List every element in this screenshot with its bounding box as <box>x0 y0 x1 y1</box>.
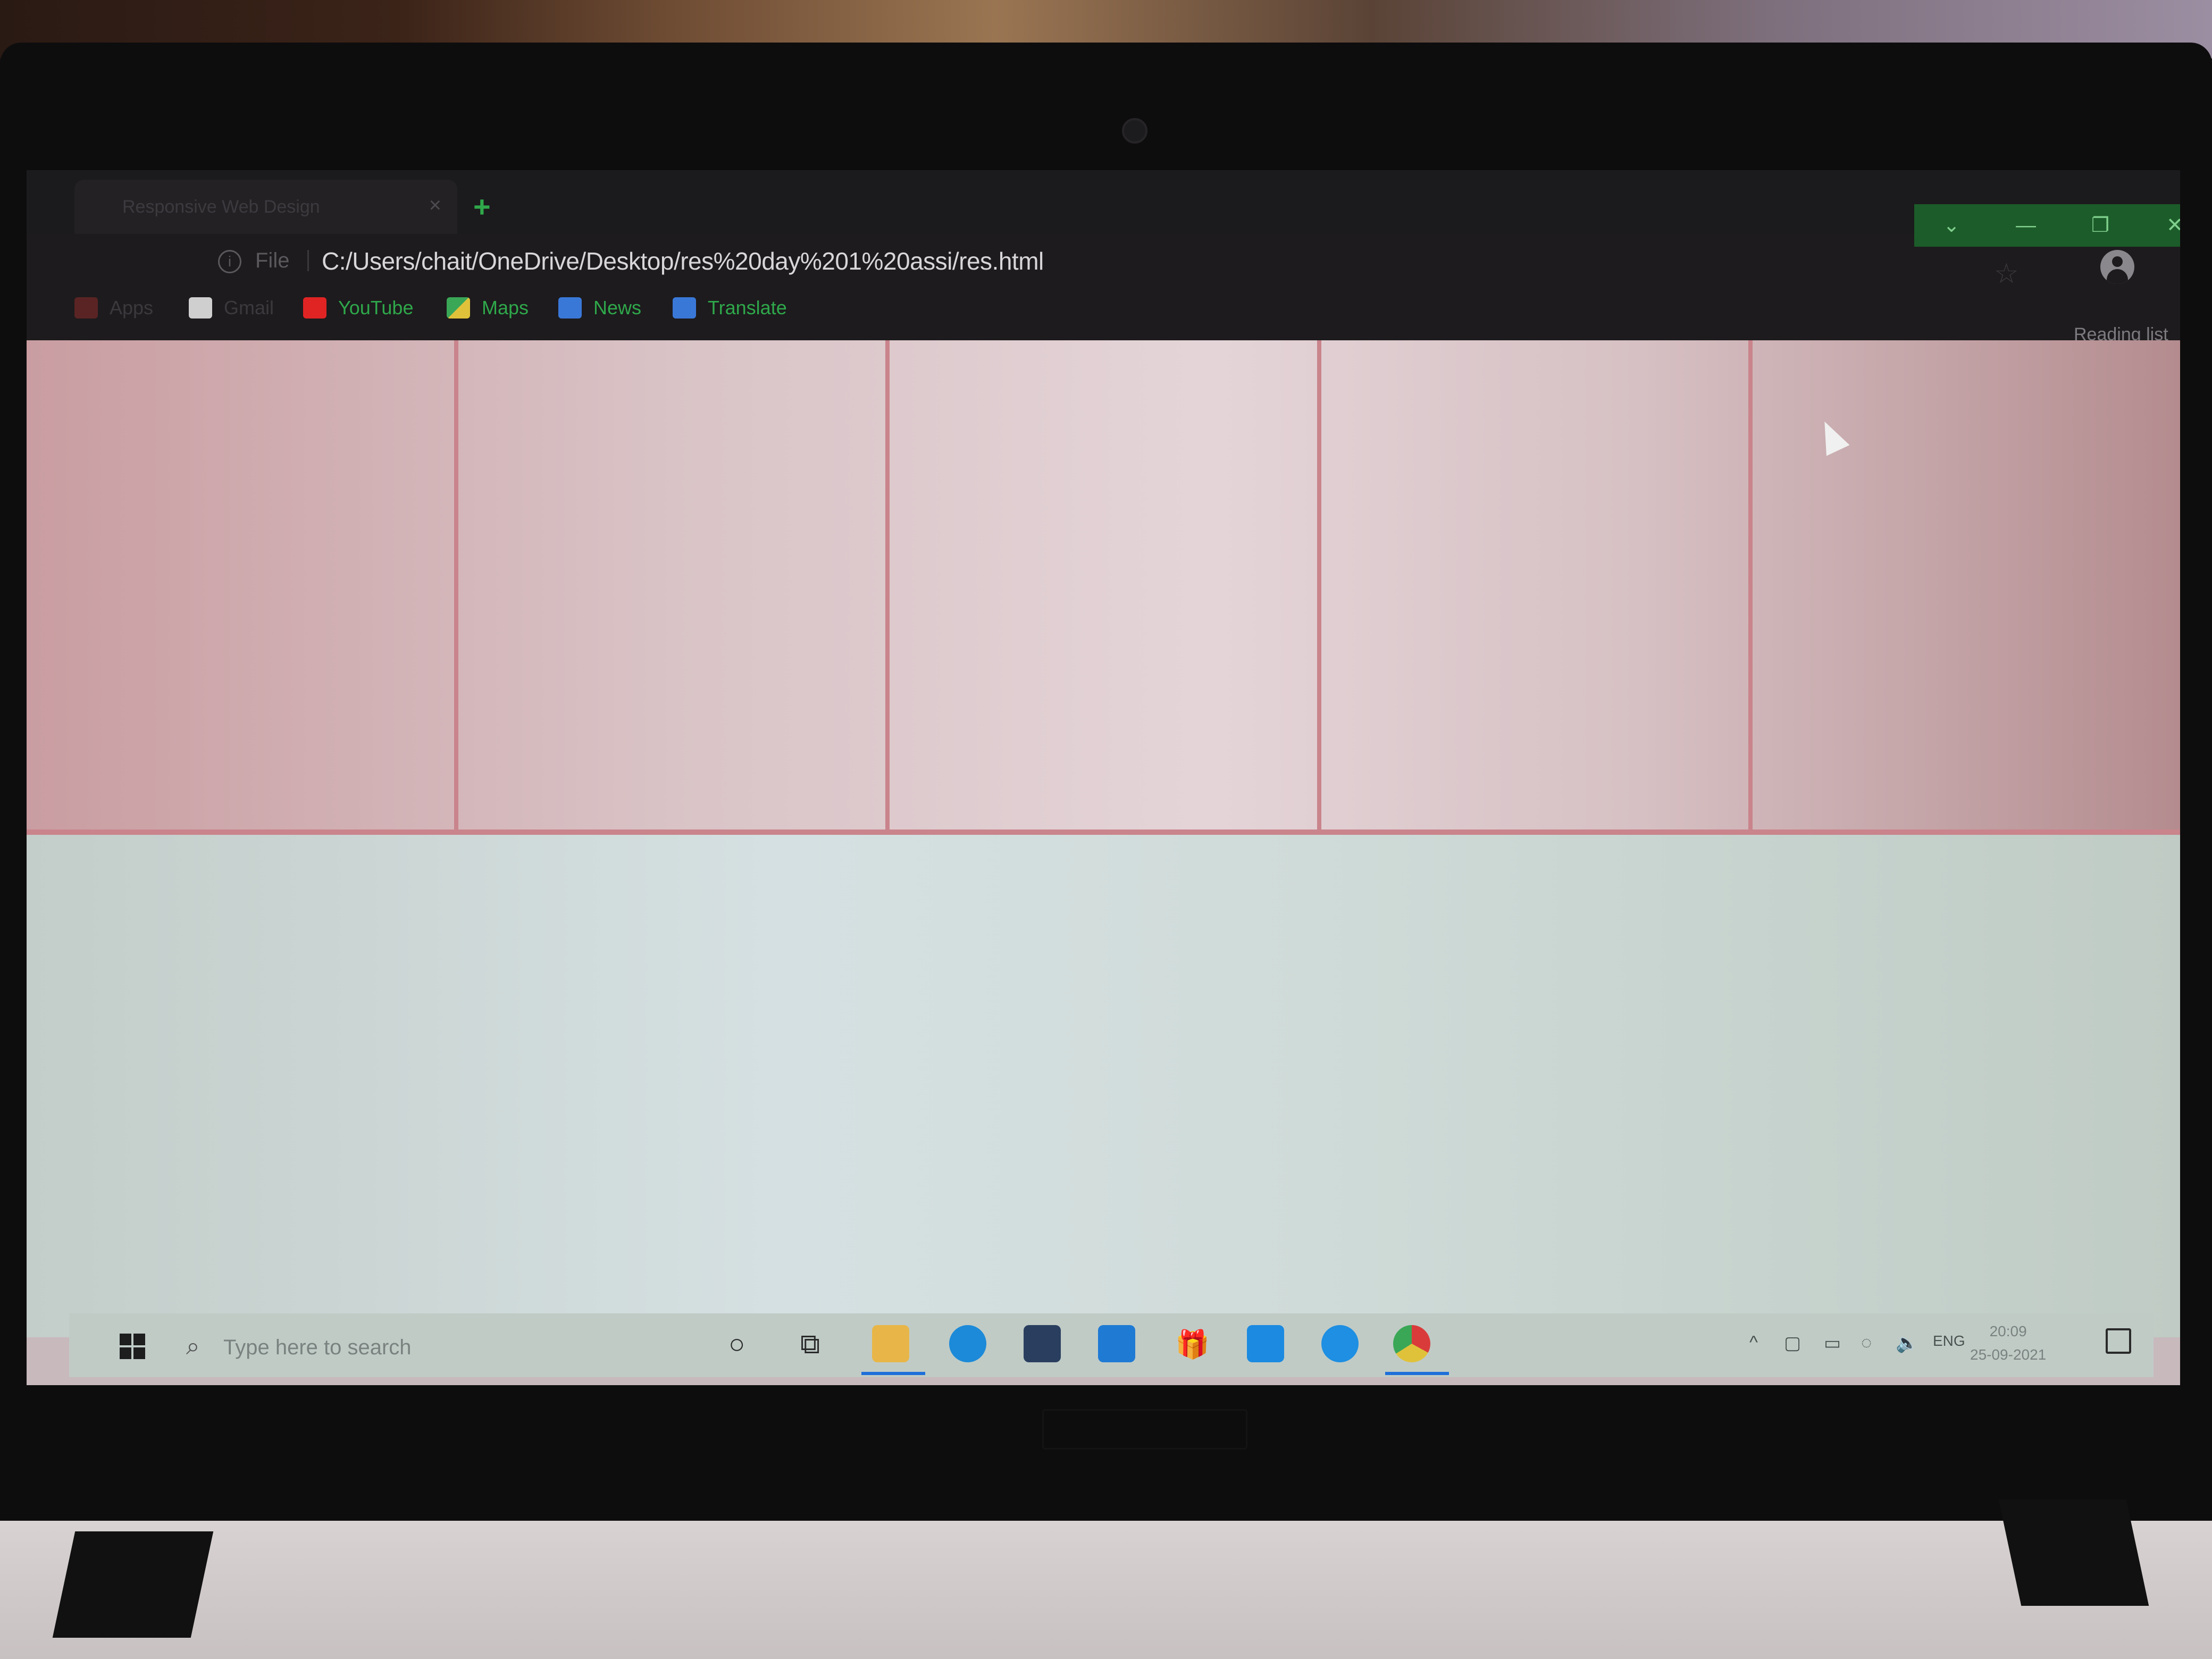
bookmark-news[interactable]: News <box>558 295 641 321</box>
maps-icon <box>447 297 470 319</box>
close-icon[interactable]: ✕ <box>2138 204 2180 247</box>
task-view-icon[interactable]: ⧉ <box>800 1328 820 1361</box>
pink-box <box>1321 340 1753 830</box>
info-icon[interactable]: i <box>218 250 241 273</box>
laptop-hinge-right <box>1998 1499 2149 1606</box>
address-prefix: File <box>255 249 290 272</box>
clock-time: 20:09 <box>1989 1323 2027 1339</box>
battery-icon[interactable]: ▭ <box>1824 1333 1841 1354</box>
bookmark-translate[interactable]: Translate <box>673 295 787 321</box>
desk-surface <box>0 1521 2212 1659</box>
bookmark-star-icon[interactable]: ☆ <box>1994 258 2019 290</box>
bookmarks-bar: Apps Gmail YouTube Maps News Translate <box>27 287 2180 330</box>
notification-center-icon[interactable] <box>2106 1328 2131 1354</box>
green-content-area <box>27 835 2180 1337</box>
chevron-down-icon[interactable]: ⌄ <box>1914 204 1989 247</box>
profile-avatar-icon[interactable] <box>2100 250 2134 284</box>
news-icon <box>558 297 582 319</box>
edge-icon[interactable] <box>949 1325 986 1362</box>
bookmark-maps[interactable]: Maps <box>447 295 529 321</box>
gmail-icon <box>189 297 212 319</box>
store-icon[interactable] <box>1024 1325 1061 1362</box>
search-icon: ⌕ <box>186 1332 200 1360</box>
skype-icon[interactable] <box>1321 1325 1359 1362</box>
mail-icon[interactable] <box>1098 1325 1135 1362</box>
volume-icon[interactable]: 🔈 <box>1896 1333 1918 1354</box>
file-explorer-icon[interactable] <box>872 1325 909 1362</box>
close-tab-icon[interactable]: × <box>429 194 441 217</box>
address-bar[interactable]: C:/Users/chait/OneDrive/Desktop/res%20da… <box>322 247 1044 275</box>
pink-box <box>890 340 1321 830</box>
pink-box-row <box>27 340 2180 835</box>
active-app-indicator <box>1385 1372 1449 1375</box>
search-placeholder: Type here to search <box>223 1336 412 1359</box>
taskbar-clock[interactable]: 20:09 25-09-2021 <box>1970 1320 2046 1367</box>
bookmark-apps[interactable]: Apps <box>74 295 153 321</box>
windows-taskbar: ⌕ Type here to search ○ ⧉ 🎁 ^ ▢ ▭ ◌ 🔈 EN… <box>69 1313 2154 1377</box>
whatsapp-icon[interactable] <box>1247 1325 1284 1362</box>
screen: Responsive Web Design × + i File C:/User… <box>27 170 2180 1385</box>
bookmark-youtube[interactable]: YouTube <box>303 295 413 321</box>
tab-strip: Responsive Web Design × + <box>27 170 2180 234</box>
minimize-icon[interactable]: — <box>1989 204 2063 247</box>
youtube-icon <box>303 297 326 319</box>
active-app-indicator <box>861 1372 925 1375</box>
clock-date: 25-09-2021 <box>1970 1346 2047 1363</box>
bookmark-gmail[interactable]: Gmail <box>189 295 274 321</box>
pink-box <box>1753 340 2180 830</box>
windows-start-icon[interactable] <box>120 1334 145 1359</box>
language-indicator[interactable]: ENG <box>1933 1333 1965 1350</box>
window-controls: ⌄ — ❐ ✕ <box>1914 204 2180 247</box>
chrome-icon[interactable] <box>1393 1325 1430 1362</box>
restore-icon[interactable]: ❐ <box>2063 204 2138 247</box>
browser-tab[interactable]: Responsive Web Design × <box>74 180 457 234</box>
chevron-up-icon[interactable]: ^ <box>1749 1333 1758 1353</box>
webcam <box>1122 118 1147 144</box>
laptop-logo <box>1042 1409 1247 1449</box>
laptop-hinge-left <box>52 1531 214 1638</box>
taskbar-search-input[interactable]: ⌕ Type here to search <box>175 1325 707 1367</box>
tab-title: Responsive Web Design <box>122 197 320 217</box>
cortana-icon[interactable]: ○ <box>728 1328 745 1360</box>
translate-icon <box>673 297 696 319</box>
browser-toolbar: i File C:/Users/chait/OneDrive/Desktop/r… <box>27 234 2180 290</box>
address-divider <box>307 250 309 271</box>
web-page <box>27 340 2180 1385</box>
network-icon[interactable]: ◌ <box>1861 1333 1872 1353</box>
pink-box <box>458 340 890 830</box>
apps-grid-icon <box>74 297 98 319</box>
meet-now-icon[interactable]: ▢ <box>1784 1333 1801 1354</box>
gift-icon[interactable]: 🎁 <box>1175 1328 1210 1361</box>
new-tab-button[interactable]: + <box>473 189 491 224</box>
pink-box <box>27 340 458 830</box>
